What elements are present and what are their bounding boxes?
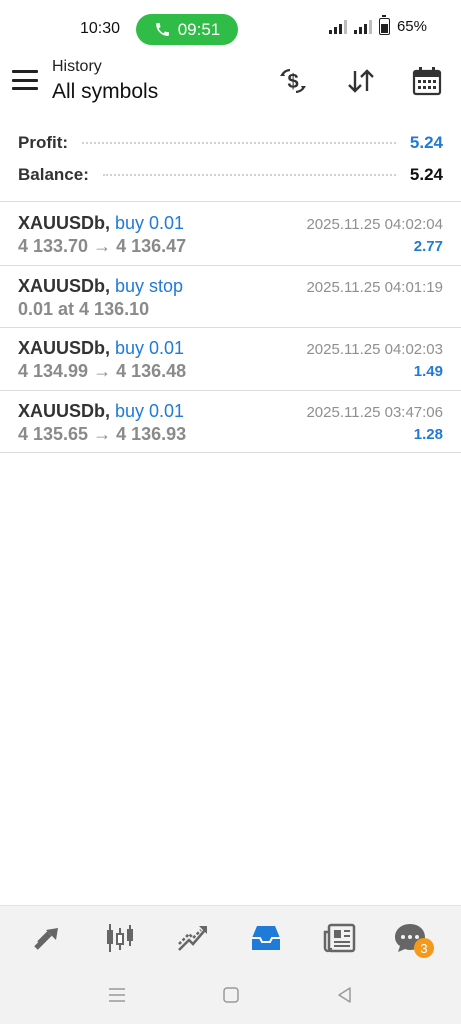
row-profit: 1.28 [413,425,443,443]
chat-icon[interactable]: 3 [390,918,434,958]
row-prices: 4 134.99 → 4 136.48 [18,361,187,381]
balance-row: Balance: 5.24 [18,161,443,189]
row-profit: 1.49 [413,363,443,380]
chat-badge: 3 [414,938,434,958]
row-deal: buy 0.01 [110,213,185,233]
row-symbol: XAUUSDb, [18,213,111,233]
sort-icon[interactable] [344,66,378,96]
row-symbol: XAUUSDb, [18,338,111,358]
home-icon[interactable] [219,983,243,1007]
history-row[interactable]: XAUUSDb, buy 0.01 4 134.99 → 4 136.48 20… [0,328,461,391]
profit-value: 5.24 [409,133,443,152]
currency-exchange-icon[interactable]: $ [276,66,310,96]
history-row[interactable]: XAUUSDb, buy stop 0.01 at 4 136.10 2025.… [0,266,461,328]
phone-icon [155,23,169,36]
balance-label: Balance: [18,165,89,184]
news-icon[interactable] [320,918,360,958]
row-prices: 0.01 at 4 136.10 [18,298,150,319]
status-time: 10:30 [80,20,121,37]
profit-label: Profit: [18,133,69,152]
status-indicators: 65% [328,15,427,35]
row-time: 2025.11.25 03:47:06 [306,403,443,421]
bottom-nav: 3 [0,905,461,967]
calendar-icon[interactable] [410,66,444,96]
row-time: 2025.11.25 04:02:04 [306,216,443,233]
row-profit: 2.77 [413,238,443,255]
app-header: History All symbols $ [0,58,461,124]
menu-icon[interactable] [12,70,38,90]
history-row[interactable]: XAUUSDb, buy 0.01 4 133.70 → 4 136.47 20… [0,203,461,266]
row-symbol: XAUUSDb, [18,275,111,296]
history-row[interactable]: XAUUSDb, buy 0.01 4 135.65 → 4 136.93 20… [0,391,461,453]
row-deal: buy 0.01 [110,338,185,358]
row-prices: 4 133.70 → 4 136.47 [18,236,187,256]
row-deal: buy 0.01 [110,400,185,421]
recent-apps-icon[interactable] [105,983,129,1007]
page-title[interactable]: All symbols [52,80,158,104]
history-icon[interactable] [246,918,286,958]
chart-icon[interactable] [100,918,140,958]
quotes-icon[interactable] [28,918,68,958]
header-subtitle: History [52,58,102,75]
ongoing-call-pill[interactable]: 09:51 [136,14,238,45]
profit-row: Profit: 5.24 [18,129,443,157]
battery-level: 65% [396,18,427,35]
system-nav-bar [0,967,461,1024]
trade-icon[interactable] [173,918,213,958]
row-time: 2025.11.25 04:02:03 [306,341,443,358]
balance-value: 5.24 [409,165,443,184]
row-symbol: XAUUSDb, [18,400,111,421]
account-summary: Profit: 5.24 Balance: 5.24 [0,128,461,202]
history-list: XAUUSDb, buy 0.01 4 133.70 → 4 136.47 20… [0,203,461,453]
back-icon[interactable] [333,983,357,1007]
svg-text:$: $ [287,71,298,93]
signal-icon [328,19,347,34]
status-bar: 10:30 09:51 65% [0,0,461,58]
row-prices: 4 135.65 → 4 136.93 [18,423,187,444]
call-duration: 09:51 [177,19,221,39]
signal-icon [353,19,372,34]
battery-icon [378,15,390,35]
row-deal: buy stop [110,275,184,296]
row-time: 2025.11.25 04:01:19 [306,278,443,296]
